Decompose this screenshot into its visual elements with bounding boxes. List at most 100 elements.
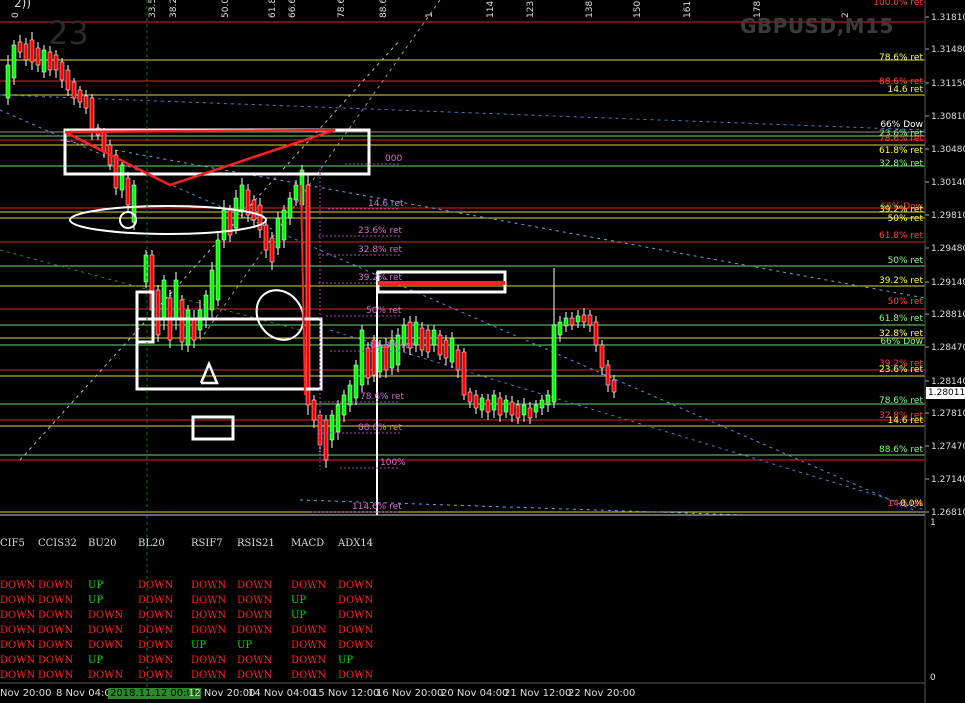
candle-body [533, 404, 539, 413]
candle-body [47, 51, 53, 71]
subwindow-scale-top: 1 [930, 518, 936, 528]
price-label: 1.31810 [931, 13, 965, 23]
candle-body [527, 407, 533, 419]
annotation-small-triangle [199, 360, 219, 385]
candle-body [221, 209, 227, 241]
fib-label-right: 100.0% ret [873, 0, 923, 8]
indicator-signal: DOWN [191, 670, 227, 681]
indicator-signal: DOWN [138, 580, 174, 591]
price-label: 1.26810 [931, 508, 965, 518]
time-label: 14 Nov 04:00 [248, 688, 316, 699]
fibonacci-levels [0, 21, 925, 513]
candle-body [551, 324, 557, 403]
indicator-signal: DOWN [0, 610, 36, 621]
indicator-signal: DOWN [237, 655, 273, 666]
indicator-signal: DOWN [88, 625, 124, 636]
top-fib-axis: 0 33.5 38.2 50.0 61.8 66.6 78.6 88.6 1 114.6 123.6… [11, 0, 851, 18]
indicator-signal: DOWN [38, 640, 74, 651]
hand-drawn-annotations [63, 128, 507, 515]
price-label: 1.27470 [931, 442, 965, 452]
candle-body [89, 97, 95, 133]
candle-body [17, 41, 23, 53]
candle-body [23, 43, 29, 61]
fib-label-mid: 114.6% ret [352, 502, 402, 512]
indicator-signal: DOWN [237, 670, 273, 681]
watermark-number: 23 [48, 14, 89, 52]
corner-text: 2)) [14, 0, 31, 10]
fib-label-right: 50% ret [888, 256, 924, 266]
candle-body [419, 327, 425, 351]
candle-body [191, 317, 197, 341]
candle-body [233, 197, 239, 229]
indicator-signal: UP [237, 640, 253, 651]
top-axis-label: 0 [11, 12, 21, 18]
candle-body [611, 379, 617, 393]
fib-label-right: 14.6 ret [888, 416, 924, 426]
price-label: 1.27810 [931, 409, 965, 419]
candle-body [509, 401, 515, 416]
candle-body [251, 199, 257, 221]
indicator-signal: DOWN [191, 610, 227, 621]
fib-label-right: 61.8% ret [879, 146, 923, 156]
top-axis-label: 150.0 [633, 0, 643, 18]
candle-body [563, 317, 569, 327]
candle-body [311, 399, 317, 421]
indicator-signal: DOWN [0, 625, 36, 636]
candle-body [29, 39, 35, 63]
candle-body [209, 269, 215, 311]
indicator-header: RSIS21 [237, 538, 275, 549]
indicator-signal: DOWN [237, 580, 273, 591]
current-price-tag: 1.28011 [926, 387, 965, 399]
candle-body [179, 299, 185, 343]
candle-body [263, 224, 269, 251]
subwindow-scale-bottom: 0 [930, 673, 936, 683]
candle-body [269, 237, 275, 263]
trend-line [59, 139, 926, 299]
indicator-signal: DOWN [291, 670, 327, 681]
fib-label-right: 23.6% ret [879, 365, 923, 375]
fib-label-right: 14.6 ret [888, 85, 924, 95]
candle-body [101, 131, 107, 153]
candle-body [569, 317, 575, 326]
candle-body [473, 394, 479, 409]
fib-label-right: 78.6% ret [879, 134, 923, 144]
candle-body [53, 54, 59, 71]
candle-body [5, 64, 11, 99]
fib-label-right: 39.2% ret [879, 276, 923, 286]
indicator-header: ADX14 [338, 538, 374, 549]
candle-body [503, 399, 509, 413]
indicator-signal: DOWN [191, 595, 227, 606]
candle-body [425, 329, 431, 353]
fib-label-mid: 23.6% ret [358, 226, 402, 236]
indicator-signal: DOWN [338, 640, 374, 651]
candle-body [83, 95, 89, 109]
annotation-box-3 [135, 317, 323, 391]
candle-body [77, 89, 83, 103]
candle-body [437, 334, 443, 356]
candle-body [545, 394, 551, 406]
fib-label-right: 78.6% ret [879, 53, 923, 63]
indicator-signal: DOWN [88, 610, 124, 621]
indicator-signal: DOWN [138, 670, 174, 681]
indicator-signal: DOWN [237, 610, 273, 621]
price-axis: 1.31810 1.31480 1.31150 1.30810 1.30480 1.301… [925, 13, 965, 518]
candle-body [581, 314, 587, 323]
fib-label-right: 88.6% ret [879, 445, 923, 455]
indicator-signal: UP [88, 655, 104, 666]
candle-body [431, 329, 437, 346]
candle-body [461, 351, 467, 396]
candle-body [113, 154, 119, 189]
indicator-signal: DOWN [338, 670, 374, 681]
fib-label-right: 50% ret [888, 297, 924, 307]
trend-line [0, 109, 926, 516]
candle-body [65, 69, 71, 91]
indicator-signal: DOWN [138, 625, 174, 636]
fib-label-right: 66% Dow [880, 337, 923, 347]
candle-body [443, 339, 449, 359]
candle-body [203, 294, 209, 321]
indicator-header: CCIS32 [38, 538, 77, 549]
indicator-signal: UP [88, 580, 104, 591]
candle-body [497, 397, 503, 416]
top-axis-label: 114.6 [486, 0, 496, 18]
time-label: 22 Nov 20:00 [568, 688, 636, 699]
